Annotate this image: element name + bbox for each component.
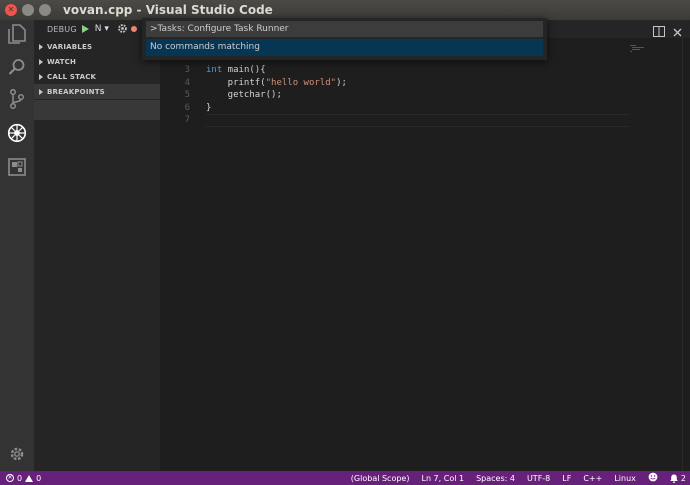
code-token: main(){ <box>222 65 266 75</box>
window-controls: ✕ <box>5 4 51 16</box>
problems-indicator[interactable]: ✕ 0 0 <box>6 474 41 483</box>
chevron-right-icon <box>39 43 43 50</box>
line-text: getchar(); <box>206 89 282 102</box>
line-number: 5 <box>184 90 190 100</box>
chevron-right-icon <box>39 73 43 80</box>
debug-icon[interactable] <box>5 121 29 145</box>
scope-indicator[interactable]: (Global Scope) <box>351 474 410 483</box>
config-error-dot-icon <box>130 26 137 32</box>
source-control-icon[interactable] <box>5 87 29 111</box>
settings-gear-icon[interactable] <box>5 442 29 466</box>
close-window-button[interactable]: ✕ <box>5 4 17 16</box>
explorer-icon[interactable] <box>5 22 29 46</box>
notification-count: 2 <box>680 473 686 483</box>
maximize-window-button[interactable] <box>39 4 51 16</box>
platform[interactable]: Linux <box>614 474 636 483</box>
debug-sidebar: DEBUG N ▾ VARIABLES WATCH CALL STACK BRE… <box>34 20 160 471</box>
editor-area: 3 int main(){4 printf("hello world"); 5 ge… <box>160 20 690 471</box>
code-token: printf( <box>206 77 266 88</box>
minimap[interactable] <box>628 39 648 52</box>
line-text: printf("hello world"); <box>206 77 347 90</box>
title-bar: ✕ vovan.cpp - Visual Studio Code <box>0 0 690 20</box>
language-mode[interactable]: C++ <box>583 474 602 483</box>
command-palette-input[interactable] <box>146 21 543 37</box>
keyword-token: int <box>206 65 223 75</box>
debug-title: DEBUG <box>47 24 77 34</box>
window-title: vovan.cpp - Visual Studio Code <box>63 3 273 17</box>
code-line[interactable]: 6} <box>160 102 630 115</box>
encoding[interactable]: UTF-8 <box>527 474 550 483</box>
close-editor-icon[interactable] <box>673 22 682 41</box>
string-token: "hello world" <box>265 77 337 88</box>
section-label: BREAKPOINTS <box>47 87 105 96</box>
code-line[interactable]: 4 printf("hello world"); <box>160 77 630 90</box>
bell-icon <box>670 474 678 483</box>
section-label: CALL STACK <box>47 72 97 81</box>
feedback-smiley-icon[interactable] <box>648 472 658 484</box>
line-number: 3 <box>184 65 190 75</box>
status-bar: ✕ 0 0 (Global Scope) Ln 7, Col 1 Spaces:… <box>0 471 690 485</box>
line-number: 7 <box>184 115 190 125</box>
search-icon[interactable] <box>5 55 29 79</box>
warning-count: 0 <box>36 473 42 483</box>
code-line[interactable]: 3 int main(){ <box>160 64 630 77</box>
error-count: 0 <box>17 473 23 483</box>
line-number: 6 <box>184 102 190 113</box>
activity-bar <box>0 20 34 471</box>
line-number: 4 <box>184 77 190 88</box>
start-debugging-icon[interactable] <box>81 25 89 33</box>
debug-settings-icon[interactable] <box>117 23 128 36</box>
cursor-position[interactable]: Ln 7, Col 1 <box>421 474 464 483</box>
section-breakpoints[interactable]: BREAKPOINTS <box>34 84 160 99</box>
warning-icon <box>25 474 34 482</box>
editor-actions <box>653 22 682 41</box>
status-bar-right: (Global Scope) Ln 7, Col 1 Spaces: 4 UTF… <box>351 471 686 485</box>
line-text: int main(){ <box>206 64 266 77</box>
code-token: getchar(); <box>206 90 282 100</box>
notifications[interactable]: 2 <box>670 474 686 483</box>
code-line[interactable]: 5 getchar(); <box>160 89 630 102</box>
line-ending[interactable]: LF <box>562 474 571 483</box>
breakpoints-panel <box>34 100 160 120</box>
debug-config-value: N <box>94 24 102 34</box>
current-line-highlight <box>206 114 630 127</box>
debug-config-select[interactable]: N ▾ <box>95 24 109 34</box>
section-label: WATCH <box>47 57 77 66</box>
split-editor-icon[interactable] <box>653 22 665 41</box>
indentation[interactable]: Spaces: 4 <box>476 474 515 483</box>
chevron-right-icon <box>39 58 43 65</box>
error-icon: ✕ <box>6 474 14 482</box>
line-text: } <box>206 102 211 115</box>
chevron-right-icon <box>39 88 43 95</box>
command-palette: No commands matching <box>142 18 547 60</box>
code-token: } <box>206 102 212 113</box>
section-label: VARIABLES <box>47 42 93 51</box>
command-palette-result[interactable]: No commands matching <box>146 39 543 56</box>
code-editor[interactable]: 3 int main(){4 printf("hello world"); 5 ge… <box>160 64 630 127</box>
minimize-window-button[interactable] <box>22 4 34 16</box>
extensions-icon[interactable] <box>5 155 29 179</box>
code-line[interactable]: 7 <box>160 114 630 127</box>
overview-ruler[interactable] <box>682 38 683 471</box>
section-call-stack[interactable]: CALL STACK <box>34 69 160 84</box>
code-token: ); <box>336 77 347 88</box>
